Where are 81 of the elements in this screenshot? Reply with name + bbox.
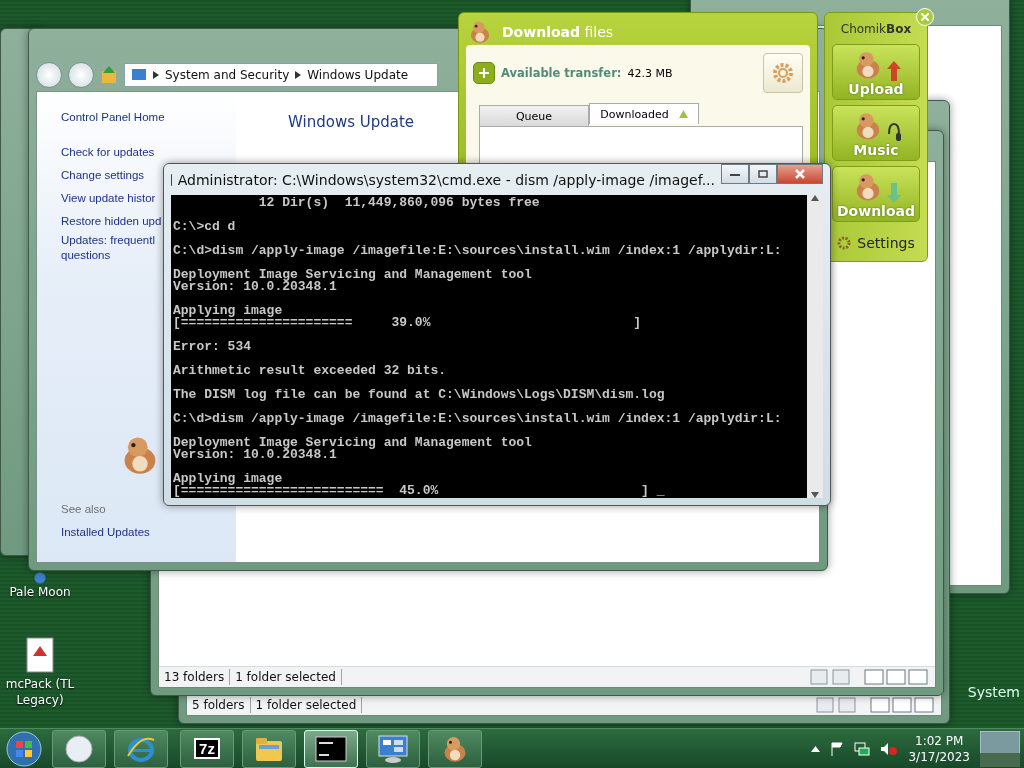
settings-icon — [837, 236, 852, 250]
breadcrumb-link[interactable]: System and Security — [165, 68, 290, 82]
arrow-up-icon — [887, 61, 901, 81]
status-text: 5 folders — [187, 697, 251, 713]
headphones-icon — [887, 122, 901, 142]
desktop-icon-label[interactable]: Pale Moon — [9, 584, 71, 600]
maximize-icon — [758, 170, 768, 178]
console-line: C:\d>dism /apply-image /imagefile:E:\sources\install.wim /index:1 /applydir:L: — [173, 410, 783, 425]
console-line: Deployment Image Servicing and Management tool — [173, 266, 533, 281]
sidebar-link[interactable]: Restore hidden upd — [61, 210, 162, 233]
console-line: Version: 10.0.20348.1 — [173, 449, 337, 461]
status-text: 1 folder selected — [250, 697, 363, 713]
arrow-down-icon — [887, 183, 901, 203]
minimize-button[interactable] — [721, 164, 749, 184]
flag-icon[interactable] — [830, 741, 845, 756]
breadcrumb-link[interactable]: Windows Update — [307, 68, 409, 82]
console-line: Error: 534 — [173, 338, 252, 353]
sidebar-link[interactable]: questions — [61, 248, 111, 263]
page-title: Windows Update — [288, 113, 415, 131]
chevron-icon — [153, 71, 159, 79]
console-line: The DISM log file can be found at C:\Windows\Logs\DISM\dism.log — [173, 386, 666, 401]
plus-icon — [479, 68, 489, 78]
moon-icon[interactable] — [34, 572, 46, 584]
taskbar-button[interactable] — [52, 729, 106, 768]
settings-link[interactable]: Settings — [837, 235, 915, 251]
taskbar-button[interactable]: 7z — [180, 729, 234, 768]
media-player-icon — [64, 733, 94, 764]
caret-icon[interactable] — [811, 745, 821, 752]
console-line: Applying image — [173, 470, 283, 485]
sidebar-link[interactable]: Change settings — [61, 164, 145, 187]
console-line: 12 Dir(s) 11,449,860,096 bytes free — [257, 197, 541, 209]
scrollbar[interactable] — [807, 195, 823, 498]
close-icon — [795, 169, 805, 179]
tab[interactable]: Downloaded — [589, 103, 699, 124]
console-line: C:\d>dism /apply-image /imagefile:E:\sources\install.wim /index:1 /applydir:L: — [173, 242, 783, 257]
address-bar[interactable]: System and Security Windows Update — [124, 63, 438, 87]
maximize-button[interactable] — [749, 164, 777, 184]
forward-button[interactable] — [68, 62, 94, 88]
sidebar-link[interactable]: Installed Updates — [61, 521, 150, 544]
sidebar-link[interactable]: Control Panel Home — [61, 106, 165, 129]
console-line: [====================== 39.0% ] — [173, 317, 643, 329]
sidebar-link[interactable]: View update histor — [61, 187, 156, 210]
control-panel-icon — [131, 67, 147, 83]
clock-date[interactable]: 3/17/2023 — [908, 748, 970, 765]
console-line: C:\>cd d — [173, 218, 237, 233]
minimize-icon — [730, 172, 740, 176]
archive-app-logo: 7z — [194, 738, 220, 759]
desktop-icon-label[interactable]: mcPack (TL Legacy) — [0, 676, 80, 708]
show-desktop-button[interactable] — [980, 730, 1020, 767]
chevron-icon — [295, 71, 302, 79]
sidebar-link[interactable]: Check for updates — [61, 141, 155, 164]
status-text: 1 folder selected — [230, 669, 342, 685]
console-line: Deployment Image Servicing and Management tool — [173, 434, 533, 449]
clock-time[interactable]: 1:02 PM — [915, 732, 964, 749]
close-button[interactable] — [777, 164, 823, 184]
sort-ascending-icon — [678, 110, 688, 118]
start-button[interactable] — [4, 729, 44, 768]
scroll-up-icon[interactable] — [811, 195, 819, 201]
window-title: Administrator: C:\Windows\system32\cmd.exe - dism /apply-image /imagef... — [177, 171, 715, 188]
panel-title: ChomikBox — [840, 21, 912, 38]
add-transfer-button[interactable] — [473, 62, 495, 84]
status-text: 13 folders — [159, 669, 231, 685]
scroll-down-icon[interactable] — [811, 492, 819, 498]
console-line: [========================== 45.0% ] _ — [173, 485, 666, 497]
window-title: Download files — [502, 24, 614, 40]
tab[interactable]: Queue — [479, 105, 589, 126]
field-label: Available transfer: — [501, 66, 622, 80]
settings-icon — [772, 62, 794, 84]
console-line: Version: 10.0.20348.1 — [173, 281, 337, 293]
desktop-text: System — [967, 684, 1020, 700]
console-line: Applying image — [173, 302, 283, 317]
sidebar-link[interactable]: Updates: frequentl — [61, 233, 155, 248]
section-heading: See also — [61, 502, 106, 517]
control-panel-icon — [377, 733, 409, 764]
document-icon[interactable] — [23, 636, 57, 676]
back-button[interactable] — [36, 62, 62, 88]
field-value: 42.3 MB — [627, 66, 673, 80]
console-line: Arithmetic result exceeded 32 bits. — [173, 362, 448, 377]
view-options-icon[interactable] — [815, 697, 935, 713]
muted-speaker-icon[interactable] — [880, 741, 899, 756]
network-icon[interactable] — [854, 741, 871, 756]
